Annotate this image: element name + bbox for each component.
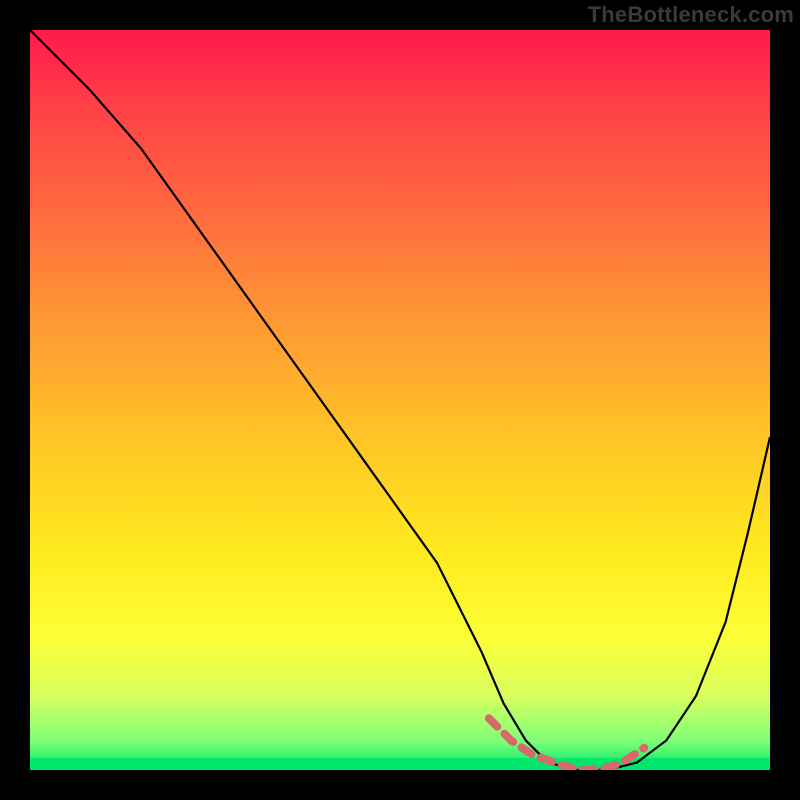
curve-svg xyxy=(30,30,770,770)
optimal-range-dashes xyxy=(489,718,644,770)
watermark-text: TheBottleneck.com xyxy=(588,2,794,28)
bottleneck-curve xyxy=(30,30,770,770)
chart-frame: TheBottleneck.com xyxy=(0,0,800,800)
plot-area xyxy=(30,30,770,770)
